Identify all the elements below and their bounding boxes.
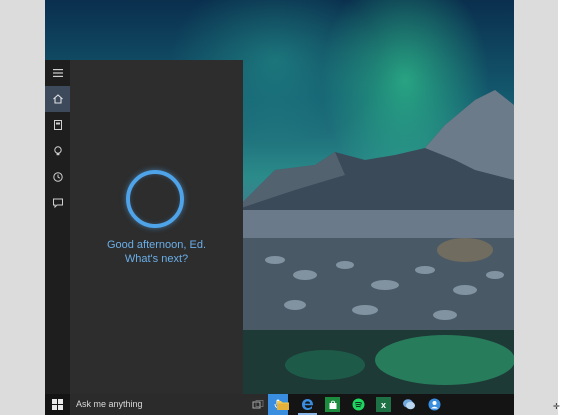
edge-button[interactable] xyxy=(298,397,317,415)
taskbar: Ask me anything x xyxy=(45,394,514,415)
people-icon xyxy=(428,398,441,411)
right-border xyxy=(514,0,558,415)
folder-icon xyxy=(276,400,289,410)
notebook-icon xyxy=(53,120,62,130)
search-box[interactable]: Ask me anything xyxy=(70,394,268,415)
spotify-icon xyxy=(352,398,365,411)
reminders-button[interactable] xyxy=(45,164,70,190)
hamburger-icon xyxy=(52,69,63,77)
places-button[interactable] xyxy=(45,138,70,164)
people-button[interactable] xyxy=(427,397,442,412)
task-view-icon xyxy=(252,399,263,408)
hamburger-menu-button[interactable] xyxy=(45,60,70,86)
cortana-ring-icon xyxy=(126,170,184,228)
feedback-button[interactable] xyxy=(45,190,70,216)
lightbulb-icon xyxy=(53,146,62,156)
feedback-icon xyxy=(52,198,63,209)
excel-button[interactable]: x xyxy=(376,397,391,412)
spotify-button[interactable] xyxy=(351,397,366,412)
windows-logo-icon xyxy=(52,399,63,410)
reminder-clock-icon xyxy=(52,172,63,182)
excel-icon: x xyxy=(380,399,386,410)
mouse-cursor-icon: ✛ xyxy=(553,402,560,411)
left-border xyxy=(0,0,45,415)
start-button[interactable] xyxy=(45,394,70,415)
task-view-button[interactable] xyxy=(250,397,265,412)
file-explorer-button[interactable] xyxy=(275,397,290,412)
notebook-button[interactable] xyxy=(45,112,70,138)
store-icon xyxy=(329,400,336,409)
cortana-sidebar xyxy=(45,60,70,394)
home-icon xyxy=(52,94,63,104)
greeting-text: Good afternoon, Ed. xyxy=(106,239,207,251)
store-button[interactable] xyxy=(325,397,340,412)
prompt-text: What's next? xyxy=(124,253,189,265)
chat-icon xyxy=(402,399,415,410)
skype-button[interactable] xyxy=(401,397,416,412)
search-placeholder: Ask me anything xyxy=(76,399,143,409)
edge-icon xyxy=(302,399,314,410)
home-button[interactable] xyxy=(45,86,70,112)
